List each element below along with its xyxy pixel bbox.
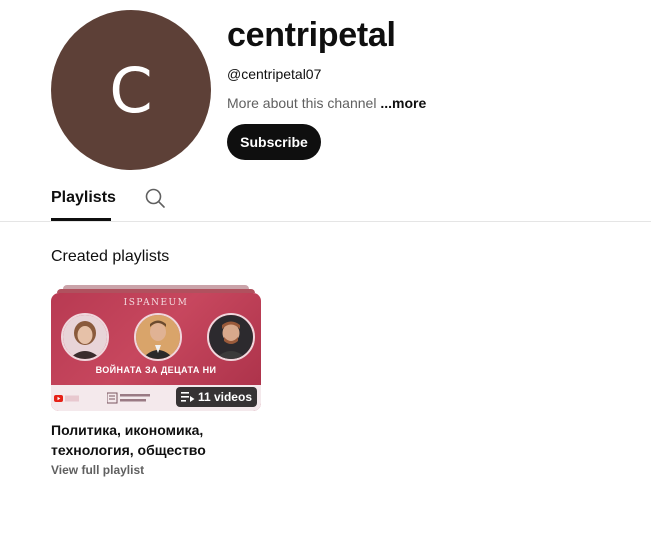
playlist-thumbnail[interactable]: ISPANEUM ВОЙНАТА ЗА ДЕЦАТА НИ 11 videos <box>51 285 261 411</box>
person-avatar-man-center <box>134 313 182 361</box>
channel-handle: @centripetal07 <box>227 66 322 82</box>
channel-name: centripetal <box>227 16 396 54</box>
more-link[interactable]: ...more <box>380 95 426 111</box>
view-full-playlist-link[interactable]: View full playlist <box>51 463 144 477</box>
channel-avatar: C <box>51 10 211 170</box>
avatar-letter: C <box>109 53 153 127</box>
thumbnail-brand: ISPANEUM <box>123 298 189 308</box>
person-avatar-woman <box>61 313 109 361</box>
playlist-icon <box>180 392 195 402</box>
partner-logo-icon <box>107 392 150 404</box>
section-title: Created playlists <box>51 248 170 265</box>
tab-playlists[interactable]: Playlists <box>51 189 116 207</box>
subscribe-button[interactable]: Subscribe <box>227 124 321 160</box>
playlist-title[interactable]: Политика, икономика, технология, обществ… <box>51 420 251 460</box>
about-text: More about this channel <box>227 95 377 111</box>
person-avatar-man-right <box>207 313 255 361</box>
tabs-divider <box>0 221 651 222</box>
search-icon[interactable] <box>144 187 166 209</box>
channel-about[interactable]: More about this channel ...more <box>227 95 426 111</box>
thumbnail-headline: ВОЙНАТА ЗА ДЕЦАТА НИ <box>95 365 217 375</box>
video-count: 11 videos <box>197 390 252 404</box>
live-badge-icon <box>54 395 79 402</box>
thumbnail-image[interactable]: ISPANEUM ВОЙНАТА ЗА ДЕЦАТА НИ 11 videos <box>51 293 261 411</box>
video-count-badge: 11 videos <box>175 387 257 407</box>
